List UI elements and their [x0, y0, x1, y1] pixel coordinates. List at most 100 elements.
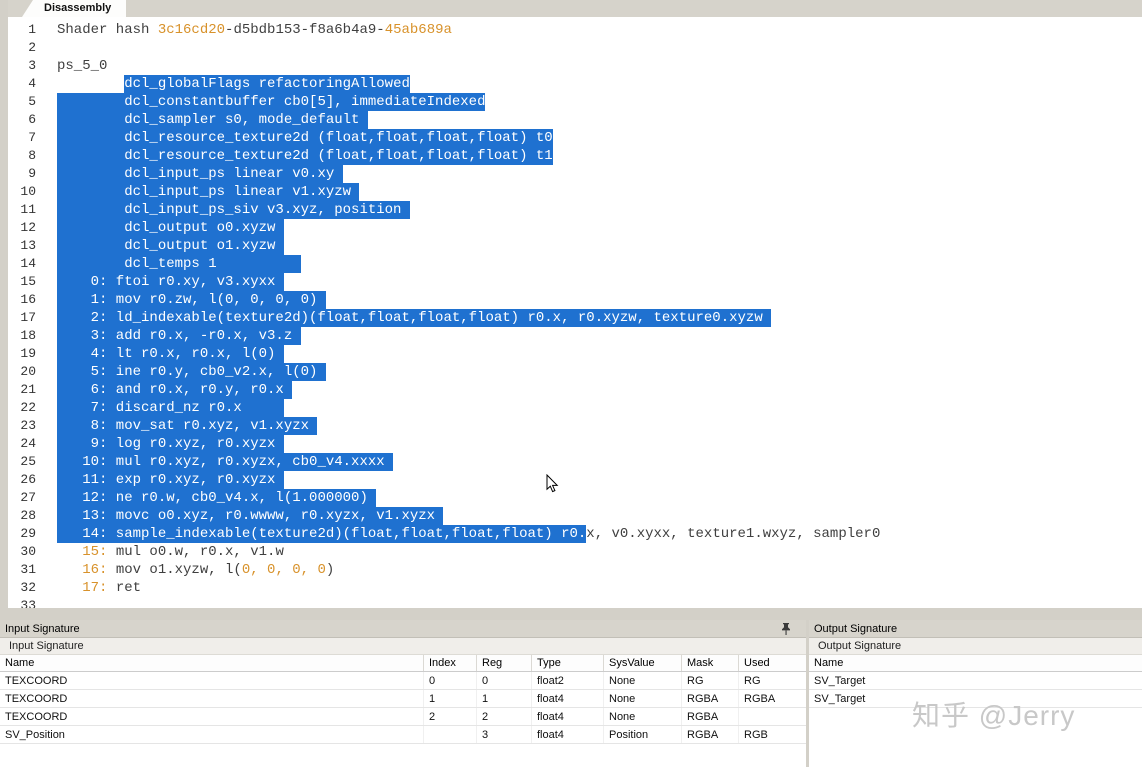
- code-text: dcl_output o0.xyzw: [36, 219, 284, 237]
- code-line[interactable]: 31 16: mov o1.xyzw, l(0, 0, 0, 0): [8, 561, 1142, 579]
- selected-code-segment: 6: and r0.x, r0.y, r0.x: [57, 381, 293, 399]
- disassembly-editor[interactable]: 1 Shader hash 3c16cd20-d5bdb153-f8a6b4a9-…: [8, 17, 1142, 608]
- table-row[interactable]: SV_Position 3 float4 Position RGBA RGB: [0, 726, 806, 744]
- shader-debugger-window: Disassembly 1 Shader hash 3c16cd20-d5bdb1…: [0, 0, 1142, 767]
- code-line[interactable]: 25 10: mul r0.xyz, r0.xyzx, cb0_v4.xxxx: [8, 453, 1142, 471]
- code-line[interactable]: 18 3: add r0.x, -r0.x, v3.z: [8, 327, 1142, 345]
- selected-code-segment: dcl_output o1.xyzw: [57, 237, 284, 255]
- code-segment: mul o0.w, r0.x, v1.w: [115, 544, 284, 560]
- code-segment: ): [325, 562, 335, 578]
- code-text: dcl_resource_texture2d (float,float,floa…: [36, 147, 553, 165]
- selected-code-segment: 9: log r0.xyz, r0.xyzx: [57, 435, 284, 453]
- code-line[interactable]: 22 7: discard_nz r0.x: [8, 399, 1142, 417]
- code-line[interactable]: 3 ps_5_0: [8, 57, 1142, 75]
- input-signature-title: Input Signature: [5, 623, 80, 635]
- caption-label: Output Signature: [818, 640, 902, 652]
- table-cell: RGB: [744, 729, 768, 741]
- line-number: 25: [20, 454, 36, 469]
- selected-code-segment: 10: mul r0.xyz, r0.xyzx, cb0_v4.xxxx: [57, 453, 394, 471]
- table-cell: 3: [477, 726, 532, 743]
- table-row[interactable]: TEXCOORD 2 2 float4 None RGBA: [0, 708, 806, 726]
- pin-icon[interactable]: [780, 622, 794, 636]
- code-line[interactable]: 12 dcl_output o0.xyzw: [8, 219, 1142, 237]
- column-header[interactable]: Mask: [682, 655, 739, 671]
- code-segment: 3c16cd20: [157, 22, 226, 38]
- input-signature-caption: Input Signature: [0, 638, 806, 655]
- code-line[interactable]: 5 dcl_constantbuffer cb0[5], immediateIn…: [8, 93, 1142, 111]
- output-signature-titlebar: Output Signature: [809, 620, 1142, 638]
- table-cell: [424, 726, 477, 743]
- selected-code-segment: dcl_sampler s0, mode_default: [57, 111, 368, 129]
- table-row[interactable]: TEXCOORD 1 1 float4 None RGBA RGBA: [0, 690, 806, 708]
- table-cell: RG: [744, 675, 761, 687]
- selected-code-segment: dcl_input_ps_siv v3.xyz, position: [57, 201, 410, 219]
- selected-code-segment: dcl_input_ps linear v0.xy: [57, 165, 343, 183]
- table-cell: SV_Target: [814, 693, 866, 705]
- column-header[interactable]: Index: [424, 655, 477, 671]
- line-number: 1: [28, 22, 36, 37]
- code-line[interactable]: 11 dcl_input_ps_siv v3.xyz, position: [8, 201, 1142, 219]
- code-segment: 17:: [57, 580, 116, 596]
- code-line[interactable]: 33: [8, 597, 1142, 608]
- line-number: 8: [28, 148, 36, 163]
- table-cell: 1: [477, 690, 532, 707]
- code-line[interactable]: 21 6: and r0.x, r0.y, r0.x: [8, 381, 1142, 399]
- output-signature-panel: Output Signature Output Signature Name SV…: [809, 620, 1142, 767]
- column-header[interactable]: Name: [0, 655, 424, 671]
- code-line[interactable]: 8 dcl_resource_texture2d (float,float,fl…: [8, 147, 1142, 165]
- code-line[interactable]: 10 dcl_input_ps linear v1.xyzw: [8, 183, 1142, 201]
- table-cell: RGBA: [682, 690, 739, 707]
- code-line[interactable]: 24 9: log r0.xyz, r0.xyzx: [8, 435, 1142, 453]
- code-line[interactable]: 4 dcl_globalFlags refactoringAllowed: [8, 75, 1142, 93]
- table-cell: 1: [424, 690, 477, 707]
- code-line[interactable]: 14 dcl_temps 1: [8, 255, 1142, 273]
- code-line[interactable]: 20 5: ine r0.y, cb0_v2.x, l(0): [8, 363, 1142, 381]
- caption-label: Input Signature: [9, 640, 84, 652]
- code-line[interactable]: 9 dcl_input_ps linear v0.xy: [8, 165, 1142, 183]
- code-line[interactable]: 7 dcl_resource_texture2d (float,float,fl…: [8, 129, 1142, 147]
- selected-code-segment: 12: ne r0.w, cb0_v4.x, l(1.000000): [57, 489, 377, 507]
- line-number: 18: [20, 328, 36, 343]
- line-number: 29: [20, 526, 36, 541]
- code-text: dcl_resource_texture2d (float,float,floa…: [36, 129, 553, 147]
- line-number: 26: [20, 472, 36, 487]
- code-line[interactable]: 15 0: ftoi r0.xy, v3.xyxx: [8, 273, 1142, 291]
- code-line[interactable]: 28 13: movc o0.xyz, r0.wwww, r0.xyzx, v1…: [8, 507, 1142, 525]
- code-line[interactable]: 16 1: mov r0.zw, l(0, 0, 0, 0): [8, 291, 1142, 309]
- code-line[interactable]: 27 12: ne r0.w, cb0_v4.x, l(1.000000): [8, 489, 1142, 507]
- code-line[interactable]: 29 14: sample_indexable(texture2d)(float…: [8, 525, 1142, 543]
- table-row[interactable]: SV_Target: [809, 690, 1142, 708]
- table-row[interactable]: SV_Target: [809, 672, 1142, 690]
- column-header[interactable]: SysValue: [604, 655, 682, 671]
- code-line[interactable]: 17 2: ld_indexable(texture2d)(float,floa…: [8, 309, 1142, 327]
- code-line[interactable]: 26 11: exp r0.xyz, r0.xyzx: [8, 471, 1142, 489]
- selected-code-segment: dcl_output o0.xyzw: [57, 219, 284, 237]
- code-line[interactable]: 19 4: lt r0.x, r0.x, l(0): [8, 345, 1142, 363]
- code-line[interactable]: 23 8: mov_sat r0.xyz, v1.xyzx: [8, 417, 1142, 435]
- selected-code-segment: 13: movc o0.xyz, r0.wwww, r0.xyzx, v1.xy…: [57, 507, 444, 525]
- code-line[interactable]: 30 15: mul o0.w, r0.x, v1.w: [8, 543, 1142, 561]
- code-line[interactable]: 2: [8, 39, 1142, 57]
- code-text: 9: log r0.xyz, r0.xyzx: [36, 435, 284, 453]
- code-line[interactable]: 6 dcl_sampler s0, mode_default: [8, 111, 1142, 129]
- selected-code-segment: dcl_input_ps linear v1.xyzw: [57, 183, 360, 201]
- line-number: 15: [20, 274, 36, 289]
- selected-code-segment: 5: ine r0.y, cb0_v2.x, l(0): [57, 363, 326, 381]
- selected-code-segment: 14: sample_indexable(texture2d)(float,fl…: [57, 525, 587, 543]
- table-cell: None: [604, 690, 682, 707]
- code-line[interactable]: 32 17: ret: [8, 579, 1142, 597]
- code-text: dcl_input_ps_siv v3.xyz, position: [36, 201, 410, 219]
- code-line[interactable]: 1 Shader hash 3c16cd20-d5bdb153-f8a6b4a9-…: [8, 21, 1142, 39]
- code-text: 3: add r0.x, -r0.x, v3.z: [36, 327, 301, 345]
- column-header[interactable]: Name: [809, 655, 1142, 671]
- table-row[interactable]: TEXCOORD 0 0 float2 None RG RG: [0, 672, 806, 690]
- column-header[interactable]: Reg: [477, 655, 532, 671]
- column-header[interactable]: Type: [532, 655, 604, 671]
- tab-disassembly[interactable]: Disassembly: [22, 0, 126, 17]
- line-number: 14: [20, 256, 36, 271]
- code-line[interactable]: 13 dcl_output o1.xyzw: [8, 237, 1142, 255]
- column-header[interactable]: Used: [739, 655, 806, 671]
- table-cell: TEXCOORD: [0, 708, 424, 725]
- selected-code-segment: dcl_resource_texture2d (float,float,floa…: [57, 147, 553, 165]
